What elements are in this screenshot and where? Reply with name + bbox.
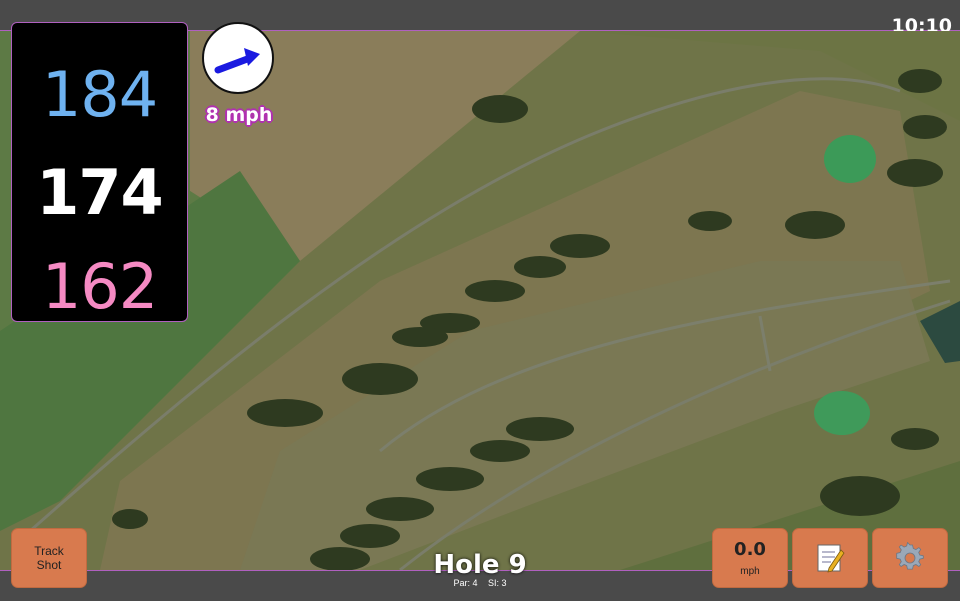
notepad-icon [817,544,845,573]
track-shot-button[interactable]: Track Shot [11,528,87,588]
notes-button[interactable] [792,528,868,588]
hole-par: Par: 4 [453,578,478,588]
speed-value: 0.0 [734,539,766,560]
middle-distance: 174 [36,156,163,229]
wind-indicator [202,22,274,94]
hole-stroke-index: SI: 3 [488,578,507,588]
wind-speed-label: 8 mph [205,104,273,126]
front-distance: 162 [41,250,158,323]
back-distance: 184 [41,58,158,131]
settings-button[interactable] [872,528,948,588]
hole-info: Par: 4 SI: 3 [380,578,580,588]
arrow-up-right-icon [214,48,260,74]
gear-icon [896,542,924,570]
speed-button[interactable]: 0.0 mph [712,528,788,588]
speed-unit: mph [740,566,760,577]
track-shot-label-line2: Shot [36,558,62,572]
hole-title: Hole 9 [433,550,527,580]
track-shot-label-line1: Track [34,544,64,558]
distance-panel: 184 174 162 [11,22,188,322]
